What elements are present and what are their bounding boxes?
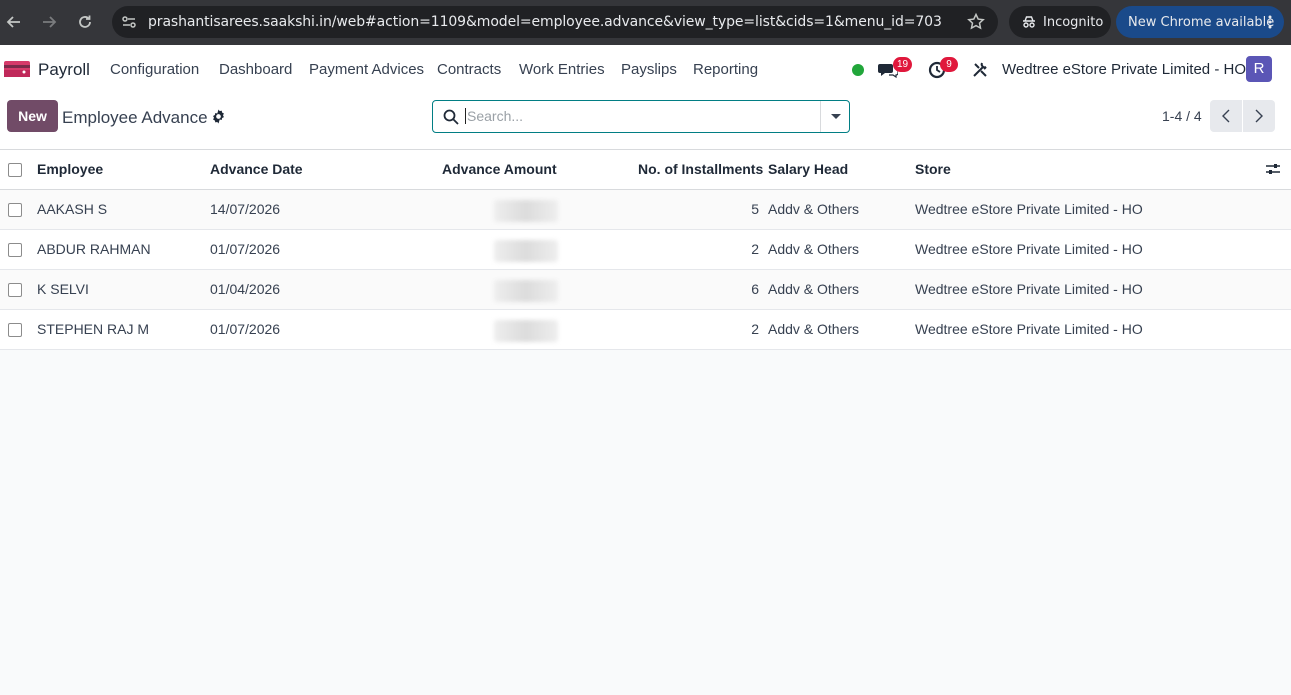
- gear-icon[interactable]: [211, 109, 226, 124]
- menu-dashboard[interactable]: Dashboard: [219, 61, 292, 78]
- search-bar: [432, 100, 850, 133]
- menu-contracts[interactable]: Contracts: [437, 61, 501, 78]
- table-row[interactable]: AAKASH S 14/07/2026 5 Addv & Others Wedt…: [0, 190, 1291, 230]
- url-text[interactable]: prashantisarees.saakshi.in/web#action=11…: [148, 14, 942, 30]
- select-all-checkbox[interactable]: [8, 163, 22, 177]
- messages-badge: 19: [893, 57, 913, 72]
- search-options-toggle[interactable]: [820, 101, 849, 132]
- cell-store: Wedtree eStore Private Limited - HO: [915, 281, 1143, 297]
- cell-store: Wedtree eStore Private Limited - HO: [915, 241, 1143, 257]
- row-checkbox[interactable]: [8, 283, 22, 297]
- cell-store: Wedtree eStore Private Limited - HO: [915, 201, 1143, 217]
- cell-employee: K SELVI: [37, 281, 89, 297]
- company-switcher[interactable]: Wedtree eStore Private Limited - HO: [1002, 61, 1246, 78]
- cell-installments: 5: [751, 201, 759, 217]
- incognito-indicator[interactable]: Incognito: [1009, 6, 1111, 38]
- reload-icon: [79, 15, 91, 28]
- cell-advance-amount-redacted: [494, 240, 558, 262]
- back-button[interactable]: [3, 11, 25, 33]
- menu-payment-advices[interactable]: Payment Advices: [309, 61, 424, 78]
- table-row[interactable]: STEPHEN RAJ M 01/07/2026 2 Addv & Others…: [0, 310, 1291, 350]
- table-header: Employee Advance Date Advance Amount No.…: [0, 150, 1291, 190]
- search-input[interactable]: [465, 108, 815, 124]
- cell-advance-date: 01/04/2026: [210, 281, 281, 297]
- cell-advance-date: 01/07/2026: [210, 241, 281, 257]
- header-salary-head[interactable]: Salary Head: [768, 161, 848, 177]
- online-status-indicator: [852, 64, 864, 76]
- forward-button[interactable]: [38, 11, 60, 33]
- row-checkbox[interactable]: [8, 323, 22, 337]
- caret-down-icon: [831, 114, 841, 119]
- new-button[interactable]: New: [7, 100, 58, 132]
- pager-next-button[interactable]: [1243, 100, 1275, 132]
- chrome-update-button[interactable]: New Chrome available: [1116, 6, 1284, 38]
- header-employee[interactable]: Employee: [37, 161, 103, 177]
- browser-toolbar: prashantisarees.saakshi.in/web#action=11…: [0, 0, 1291, 45]
- activities-badge: 9: [940, 57, 958, 72]
- bookmark-star-icon[interactable]: [966, 12, 986, 32]
- address-bar[interactable]: prashantisarees.saakshi.in/web#action=11…: [112, 6, 998, 38]
- cell-advance-amount-redacted: [494, 280, 558, 302]
- header-advance-amount[interactable]: Advance Amount: [442, 161, 557, 177]
- cell-salary-head: Addv & Others: [768, 321, 860, 337]
- cell-employee: STEPHEN RAJ M: [37, 321, 150, 337]
- header-store[interactable]: Store: [915, 161, 951, 177]
- employee-advance-list: Employee Advance Date Advance Amount No.…: [0, 150, 1291, 350]
- cell-advance-date: 14/07/2026: [210, 201, 281, 217]
- row-checkbox[interactable]: [8, 203, 22, 217]
- menu-work-entries[interactable]: Work Entries: [519, 61, 605, 78]
- search-icon: [443, 109, 459, 125]
- menu-reporting[interactable]: Reporting: [693, 61, 758, 78]
- page-title[interactable]: Employee Advance: [62, 108, 208, 128]
- app-navbar: Payroll Configuration Dashboard Payment …: [0, 45, 1291, 92]
- cell-salary-head: Addv & Others: [768, 201, 860, 217]
- menu-payslips[interactable]: Payslips: [621, 61, 677, 78]
- cell-store: Wedtree eStore Private Limited - HO: [915, 321, 1143, 337]
- chevron-left-icon: [1222, 109, 1230, 123]
- table-row[interactable]: ABDUR RAHMAN 01/07/2026 2 Addv & Others …: [0, 230, 1291, 270]
- cell-installments: 6: [751, 281, 759, 297]
- app-name[interactable]: Payroll: [38, 60, 90, 80]
- cell-employee: AAKASH S: [37, 201, 108, 217]
- menu-configuration[interactable]: Configuration: [110, 61, 199, 78]
- cell-advance-amount-redacted: [494, 320, 558, 342]
- pager-previous-button[interactable]: [1210, 100, 1242, 132]
- pager-value[interactable]: 1-4 / 4: [1162, 108, 1202, 124]
- chevron-right-icon: [1255, 109, 1263, 123]
- cell-employee: ABDUR RAHMAN: [37, 241, 151, 257]
- more-vert-icon[interactable]: [1268, 15, 1272, 29]
- column-settings-icon[interactable]: [1266, 162, 1280, 176]
- incognito-icon: [1023, 16, 1035, 28]
- control-panel: New Employee Advance 1-4 / 4: [0, 92, 1291, 150]
- user-avatar[interactable]: R: [1246, 56, 1272, 82]
- payroll-app-icon[interactable]: [4, 61, 30, 77]
- incognito-label: Incognito: [1043, 15, 1104, 30]
- chrome-update-label: New Chrome available: [1128, 15, 1275, 30]
- arrow-right-icon: [43, 16, 57, 28]
- cell-installments: 2: [751, 321, 759, 337]
- cell-salary-head: Addv & Others: [768, 241, 860, 257]
- table-row[interactable]: K SELVI 01/04/2026 6 Addv & Others Wedtr…: [0, 270, 1291, 310]
- cell-advance-amount-redacted: [494, 200, 558, 222]
- site-info-icon[interactable]: [120, 13, 138, 31]
- cell-salary-head: Addv & Others: [768, 281, 860, 297]
- cell-installments: 2: [751, 241, 759, 257]
- cell-advance-date: 01/07/2026: [210, 321, 281, 337]
- header-advance-date[interactable]: Advance Date: [210, 161, 303, 177]
- header-installments[interactable]: No. of Installments: [638, 161, 763, 177]
- debug-tools-icon[interactable]: [972, 61, 989, 78]
- row-checkbox[interactable]: [8, 243, 22, 257]
- reload-button[interactable]: [74, 11, 96, 33]
- arrow-left-icon: [6, 16, 20, 28]
